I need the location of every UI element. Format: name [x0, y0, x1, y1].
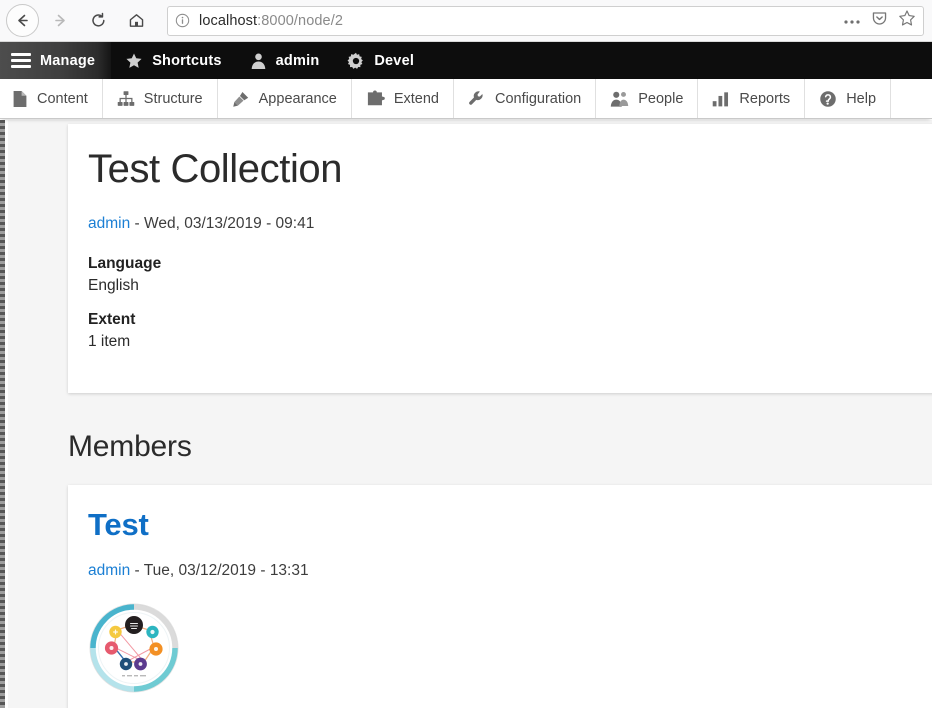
menu-item-people[interactable]: People: [596, 79, 698, 118]
star-icon: [898, 9, 916, 32]
star-icon: [125, 52, 143, 70]
menu-item-reports[interactable]: Reports: [698, 79, 805, 118]
menu-item-configuration-label: Configuration: [495, 91, 581, 107]
toolbar-tray-edge-spacer: [5, 120, 8, 708]
member-card: Test admin - Tue, 03/12/2019 - 13:31: [68, 485, 932, 708]
drupal-admin-toolbar: Manage Shortcuts admin Devel: [0, 42, 932, 79]
ellipsis-icon: [843, 12, 861, 30]
pocket-button[interactable]: [871, 10, 888, 32]
node-submitted: admin - Wed, 03/13/2019 - 09:41: [88, 215, 918, 233]
file-icon: [12, 90, 28, 108]
toolbar-tab-shortcuts-label: Shortcuts: [152, 53, 221, 69]
member-submitted-separator: -: [130, 562, 144, 579]
menu-item-content-label: Content: [37, 91, 88, 107]
toolbar-tab-devel-label: Devel: [374, 53, 414, 69]
member-author-link[interactable]: admin: [88, 562, 130, 579]
menu-item-reports-label: Reports: [739, 91, 790, 107]
people-icon: [610, 90, 629, 108]
forward-arrow-icon: [52, 12, 69, 29]
toolbar-tab-manage[interactable]: Manage: [0, 42, 111, 79]
url-bar[interactable]: localhost:8000/node/2: [167, 6, 924, 36]
node-author-link[interactable]: admin: [88, 215, 130, 232]
toolbar-tab-admin[interactable]: admin: [236, 42, 334, 79]
field-language-label: Language: [88, 255, 918, 273]
reload-icon: [90, 12, 107, 29]
forward-button[interactable]: [43, 4, 77, 38]
menu-item-content[interactable]: Content: [0, 79, 103, 118]
menu-item-people-label: People: [638, 91, 683, 107]
member-title-link[interactable]: Test: [88, 507, 149, 542]
menu-item-structure-label: Structure: [144, 91, 203, 107]
menu-item-help-label: Help: [846, 91, 876, 107]
circular-infographic-thumbnail[interactable]: [88, 602, 180, 694]
back-button[interactable]: [6, 4, 39, 37]
bar-chart-icon: [712, 90, 730, 108]
field-extent: Extent 1 item: [88, 311, 918, 351]
back-arrow-icon: [14, 12, 31, 29]
menu-item-appearance-label: Appearance: [259, 91, 337, 107]
menu-item-extend-label: Extend: [394, 91, 439, 107]
toolbar-tab-admin-label: admin: [276, 53, 320, 69]
toolbar-tab-manage-label: Manage: [40, 53, 95, 69]
pocket-icon: [871, 10, 888, 32]
node-submitted-date: Wed, 03/13/2019 - 09:41: [144, 215, 314, 232]
members-heading: Members: [68, 430, 192, 464]
puzzle-piece-icon: [366, 90, 385, 108]
home-icon: [128, 12, 145, 29]
url-input[interactable]: localhost:8000/node/2: [199, 13, 833, 29]
field-language-value: English: [88, 277, 918, 295]
wrench-icon: [468, 90, 486, 108]
home-button[interactable]: [119, 4, 153, 38]
user-icon: [250, 52, 267, 70]
field-extent-label: Extent: [88, 311, 918, 329]
url-path: :8000/node/2: [257, 13, 343, 29]
reload-button[interactable]: [81, 4, 115, 38]
paintbrush-icon: [232, 90, 250, 108]
gear-icon: [347, 52, 365, 70]
info-circle-icon[interactable]: [175, 13, 190, 28]
page-body: Test Collection admin - Wed, 03/13/2019 …: [0, 120, 932, 708]
url-host: localhost: [199, 13, 257, 29]
menu-item-extend[interactable]: Extend: [352, 79, 454, 118]
member-submitted: admin - Tue, 03/12/2019 - 13:31: [88, 562, 918, 580]
toolbar-tab-devel[interactable]: Devel: [333, 42, 428, 79]
hamburger-icon: [11, 50, 31, 71]
menu-item-appearance[interactable]: Appearance: [218, 79, 352, 118]
page-title: Test Collection: [88, 148, 918, 191]
page-actions-button[interactable]: [843, 12, 861, 30]
member-title: Test: [88, 509, 918, 542]
sitemap-icon: [117, 90, 135, 108]
field-language: Language English: [88, 255, 918, 295]
menu-item-structure[interactable]: Structure: [103, 79, 218, 118]
browser-chrome: localhost:8000/node/2: [0, 0, 932, 42]
member-submitted-date: Tue, 03/12/2019 - 13:31: [144, 562, 309, 579]
node-card: Test Collection admin - Wed, 03/13/2019 …: [68, 124, 932, 393]
drupal-admin-menu: Content Structure Appearance: [0, 79, 932, 119]
menu-item-help[interactable]: Help: [805, 79, 891, 118]
field-extent-value: 1 item: [88, 333, 918, 351]
menu-item-configuration[interactable]: Configuration: [454, 79, 596, 118]
toolbar-tab-shortcuts[interactable]: Shortcuts: [111, 42, 235, 79]
node-submitted-separator: -: [130, 215, 144, 232]
question-circle-icon: [819, 90, 837, 108]
bookmark-button[interactable]: [898, 9, 916, 32]
